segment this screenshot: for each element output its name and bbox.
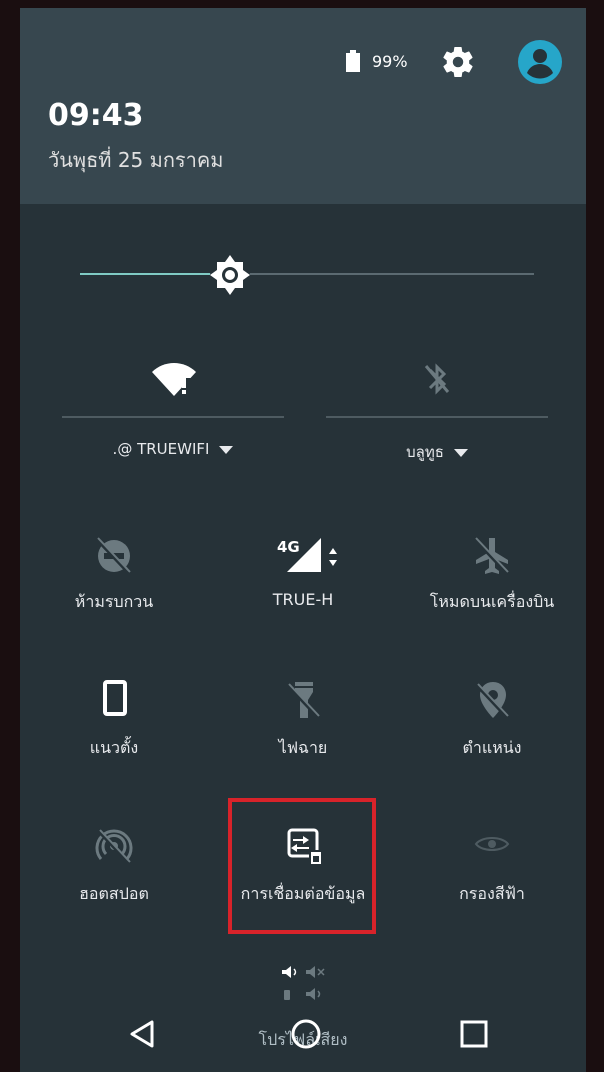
bluetooth-dropdown[interactable]: บลูทูธ xyxy=(326,440,548,464)
brightness-slider[interactable] xyxy=(80,248,536,302)
notification-header: 99% 09:43 วันพุธที่ 25 มกราคม xyxy=(20,8,586,204)
tile-label: แนวตั้ง xyxy=(89,738,139,757)
chevron-down-icon xyxy=(453,448,468,457)
tile-blue-light-filter[interactable]: กรองสีฟ้า xyxy=(398,824,586,934)
highlight-box xyxy=(228,798,376,934)
signal-4g-icon: 4G xyxy=(277,538,337,572)
chevron-down-icon xyxy=(219,445,234,454)
quick-settings-panel: 99% 09:43 วันพุธที่ 25 มกราคม .@ TRUEWIF… xyxy=(20,8,586,1072)
hotspot-off-icon xyxy=(95,829,133,866)
home-icon[interactable] xyxy=(286,1014,326,1054)
svg-text:4G: 4G xyxy=(277,538,300,556)
tile-rotation[interactable]: แนวตั้ง xyxy=(20,678,208,788)
account-icon[interactable] xyxy=(516,38,564,86)
tile-airplane-mode[interactable]: โหมดบนเครื่องบิน xyxy=(398,532,586,642)
tile-flashlight[interactable]: ไฟฉาย xyxy=(209,678,397,788)
location-off-icon xyxy=(476,682,510,720)
tile-location[interactable]: ตำแหน่ง xyxy=(398,678,586,788)
recents-icon[interactable] xyxy=(454,1014,494,1054)
flashlight-off-icon xyxy=(287,682,321,720)
wifi-icon-box xyxy=(62,348,284,408)
bluetooth-icon-box xyxy=(326,348,548,408)
tile-label: TRUE-H xyxy=(272,590,334,609)
brightness-icon[interactable] xyxy=(208,253,252,297)
tile-label: ห้ามรบกวน xyxy=(74,592,154,611)
blue-light-filter-icon xyxy=(474,837,510,851)
wifi-dropdown[interactable]: .@ TRUEWIFI xyxy=(62,440,284,458)
bluetooth-divider xyxy=(326,416,548,418)
tile-label: กรองสีฟ้า xyxy=(459,884,525,903)
wifi-network-name: .@ TRUEWIFI xyxy=(112,440,210,458)
wifi-tile[interactable]: .@ TRUEWIFI xyxy=(62,348,284,468)
battery-icon xyxy=(346,50,360,72)
tile-label: ไฟฉาย xyxy=(278,738,328,757)
tile-hotspot[interactable]: ฮอตสปอต xyxy=(20,824,208,934)
do-not-disturb-off-icon xyxy=(96,537,132,576)
clock-time: 09:43 xyxy=(48,98,144,133)
tile-label: ฮอตสปอต xyxy=(79,884,149,903)
navigation-bar xyxy=(20,1000,586,1072)
bluetooth-tile[interactable]: บลูทูธ xyxy=(326,348,548,468)
bluetooth-label: บลูทูธ xyxy=(406,443,444,461)
portrait-rotation-icon xyxy=(103,680,127,716)
wifi-divider xyxy=(62,416,284,418)
tile-label: โหมดบนเครื่องบิน xyxy=(429,592,555,611)
airplane-mode-icon xyxy=(474,537,510,576)
current-date: วันพุธที่ 25 มกราคม xyxy=(48,148,224,172)
wifi-alert-icon xyxy=(152,363,196,396)
tile-mobile-data[interactable]: 4G TRUE-H xyxy=(209,532,397,642)
bluetooth-off-icon xyxy=(424,363,450,395)
battery-percent: 99% xyxy=(372,52,408,71)
tile-do-not-disturb[interactable]: ห้ามรบกวน xyxy=(20,532,208,642)
back-icon[interactable] xyxy=(122,1014,162,1054)
gear-icon[interactable] xyxy=(440,44,476,80)
tile-label: ตำแหน่ง xyxy=(462,738,522,757)
